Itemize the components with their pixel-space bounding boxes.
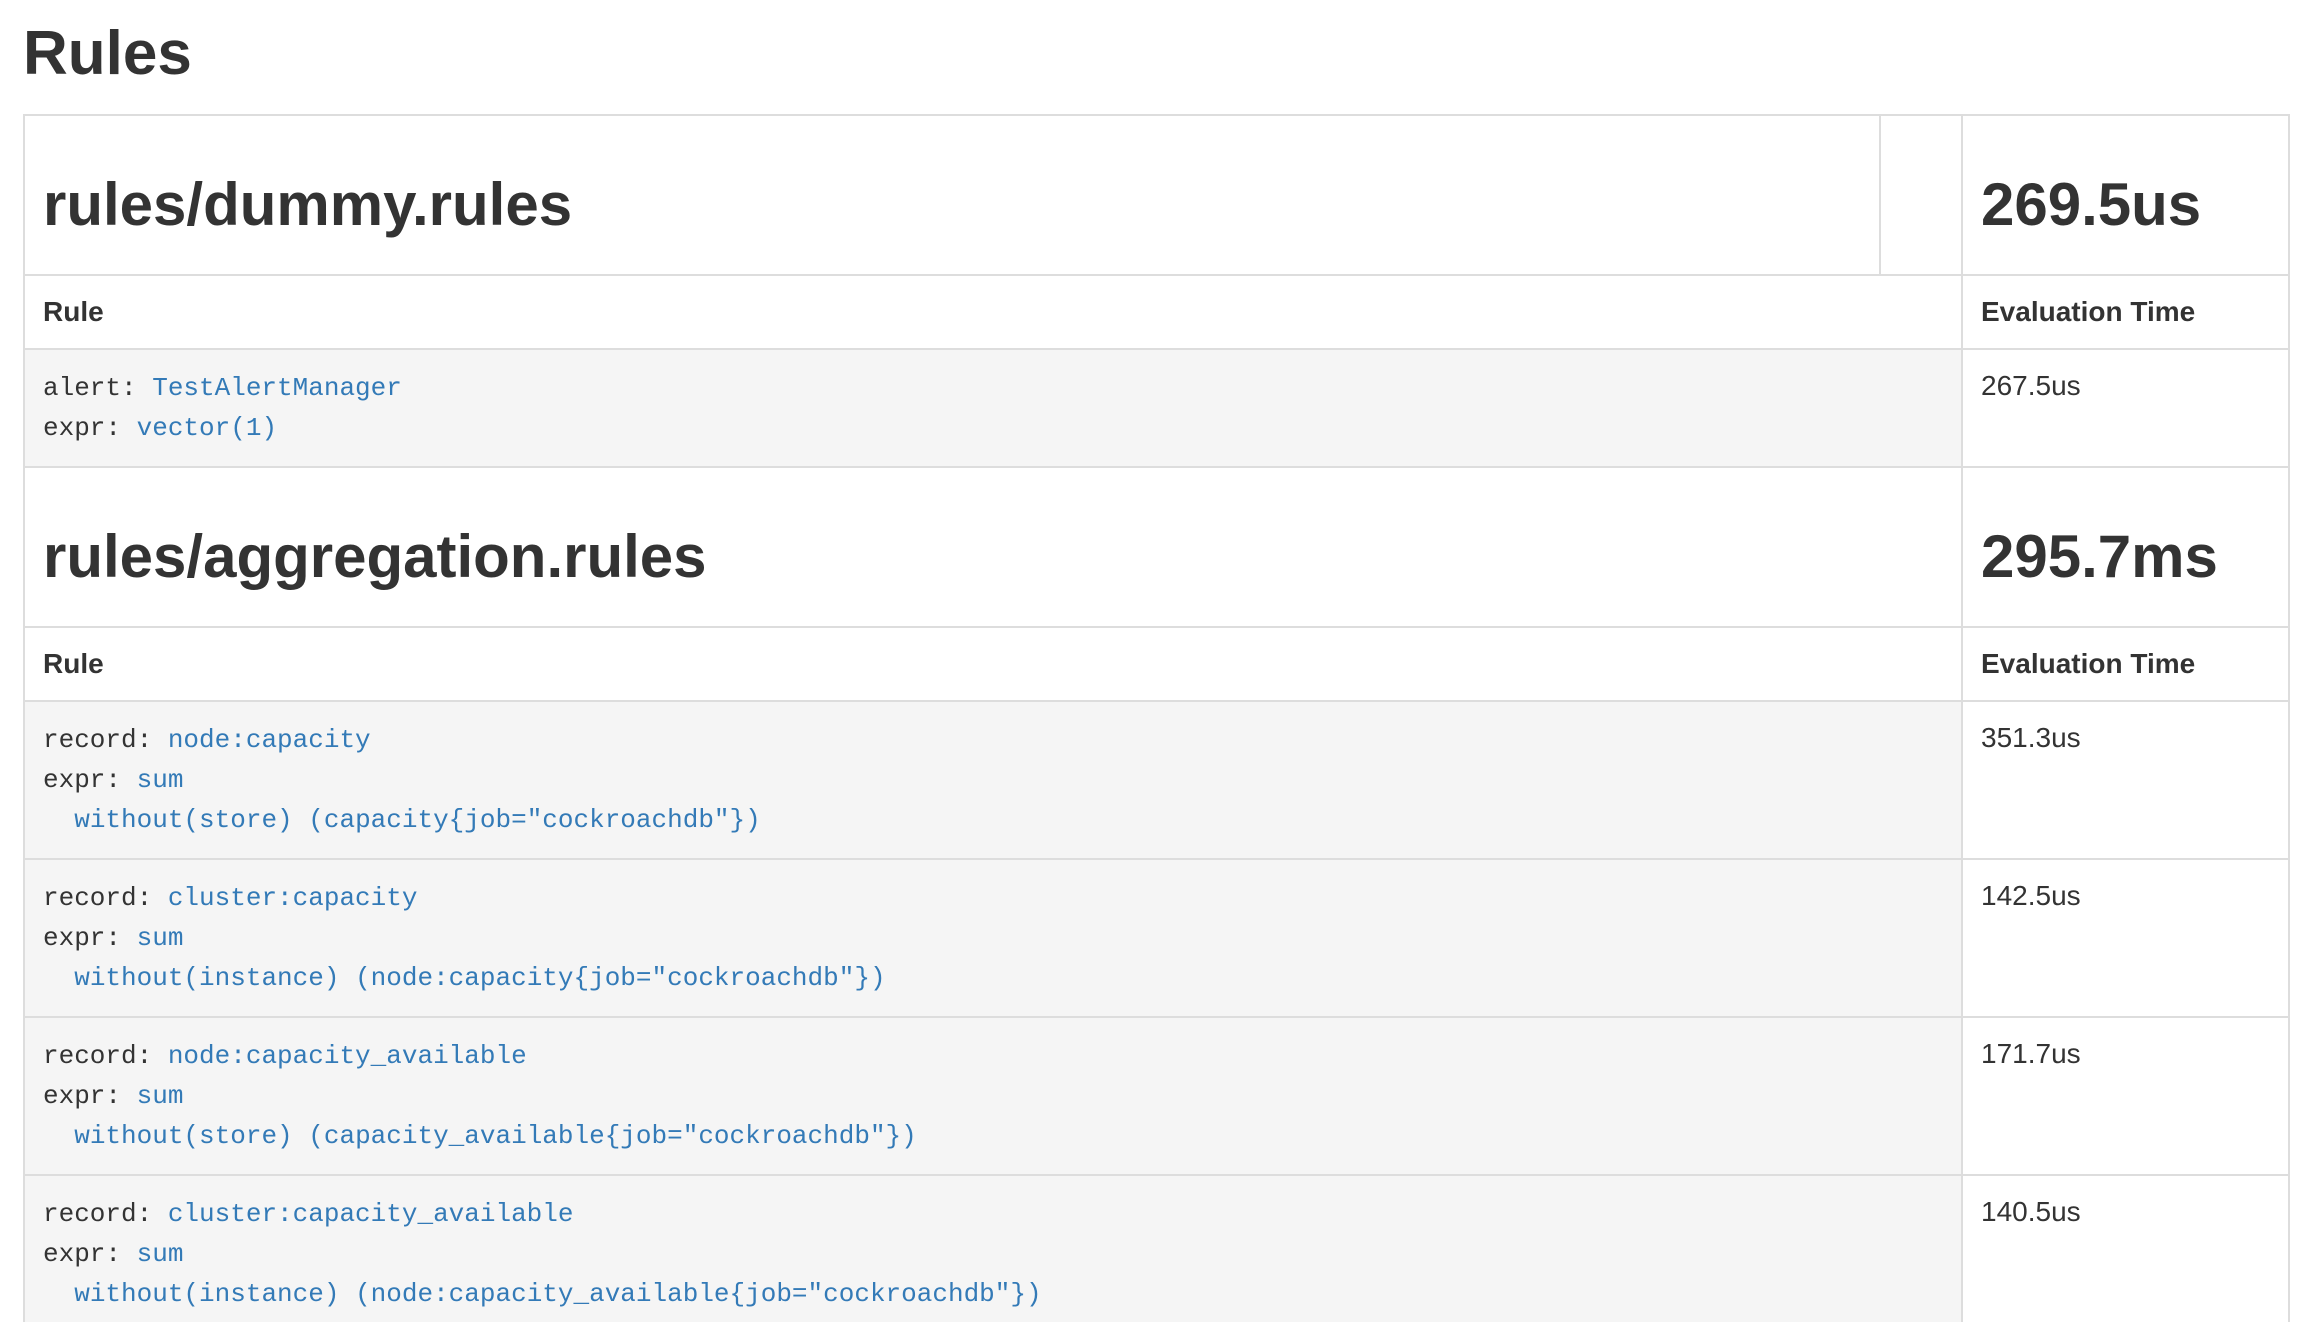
rule-code: record: cluster:capacity_available expr:… [43, 1194, 1943, 1314]
rules-table: rules/dummy.rules 269.5us Rule Evaluatio… [23, 114, 2290, 1322]
rule-code: record: cluster:capacity expr: sum witho… [43, 878, 1943, 998]
rules-page: Rules rules/dummy.rules 269.5us Rule Eva… [0, 20, 2316, 1322]
rule-keyword: expr: [43, 1081, 137, 1111]
rule-group-file: rules/dummy.rules [43, 172, 1861, 238]
rule-group-evaluation-time: 269.5us [1981, 172, 2270, 238]
rule-keyword: expr: [43, 765, 137, 795]
rule-keyword: expr: [43, 413, 137, 443]
rule-group-heading-row: rules/aggregation.rules 295.7ms [24, 467, 2289, 627]
rule-cell: record: cluster:capacity expr: sum witho… [24, 859, 1962, 1017]
rule-link[interactable]: sum without(store) (capacity_available{j… [43, 1081, 917, 1151]
rule-group-evaluation-time: 295.7ms [1981, 524, 2270, 590]
rule-evaluation-time: 267.5us [1962, 349, 2289, 467]
rule-keyword: alert: [43, 373, 152, 403]
rule-cell: record: cluster:capacity_available expr:… [24, 1175, 1962, 1322]
rule-keyword: record: [43, 883, 168, 913]
heading-spacer-cell [1880, 115, 1962, 275]
rule-code: record: node:capacity_available expr: su… [43, 1036, 1943, 1156]
rule-row: record: cluster:capacity expr: sum witho… [24, 859, 2289, 1017]
rule-evaluation-time: 171.7us [1962, 1017, 2289, 1175]
rule-link[interactable]: sum without(instance) (node:capacity{job… [43, 923, 886, 993]
rule-evaluation-time: 142.5us [1962, 859, 2289, 1017]
rule-keyword: record: [43, 1199, 168, 1229]
rule-group-file: rules/aggregation.rules [43, 524, 1943, 590]
rule-link[interactable]: vector(1) [137, 413, 277, 443]
rule-group: rules/dummy.rules 269.5us Rule Evaluatio… [24, 115, 2289, 467]
rule-link[interactable]: sum without(instance) (node:capacity_ava… [43, 1239, 1042, 1309]
column-header-rule: Rule [24, 275, 1962, 349]
column-header-rule: Rule [24, 627, 1962, 701]
rule-row: alert: TestAlertManager expr: vector(1) … [24, 349, 2289, 467]
rule-keyword: expr: [43, 1239, 137, 1269]
rule-evaluation-time: 351.3us [1962, 701, 2289, 859]
rule-cell: alert: TestAlertManager expr: vector(1) [24, 349, 1962, 467]
rule-cell: record: node:capacity expr: sum without(… [24, 701, 1962, 859]
column-header-row: Rule Evaluation Time [24, 627, 2289, 701]
rule-link[interactable]: sum without(store) (capacity{job="cockro… [43, 765, 761, 835]
rule-link[interactable]: TestAlertManager [152, 373, 402, 403]
rule-evaluation-time: 140.5us [1962, 1175, 2289, 1322]
rule-keyword: record: [43, 725, 168, 755]
column-header-row: Rule Evaluation Time [24, 275, 2289, 349]
rule-row: record: node:capacity_available expr: su… [24, 1017, 2289, 1175]
rule-cell: record: node:capacity_available expr: su… [24, 1017, 1962, 1175]
rule-group: rules/aggregation.rules 295.7ms Rule Eva… [24, 467, 2289, 1322]
column-header-evaluation-time: Evaluation Time [1962, 627, 2289, 701]
rule-link[interactable]: node:capacity_available [168, 1041, 527, 1071]
rule-row: record: node:capacity expr: sum without(… [24, 701, 2289, 859]
rule-group-file-cell: rules/aggregation.rules [24, 467, 1962, 627]
rule-link[interactable]: cluster:capacity [168, 883, 418, 913]
rule-group-file-cell: rules/dummy.rules [24, 115, 1880, 275]
rule-keyword: expr: [43, 923, 137, 953]
rule-link[interactable]: node:capacity [168, 725, 371, 755]
rule-link[interactable]: cluster:capacity_available [168, 1199, 574, 1229]
rule-group-time-cell: 295.7ms [1962, 467, 2289, 627]
rule-row: record: cluster:capacity_available expr:… [24, 1175, 2289, 1322]
rule-code: alert: TestAlertManager expr: vector(1) [43, 368, 1943, 448]
page-title: Rules [23, 20, 2290, 88]
column-header-evaluation-time: Evaluation Time [1962, 275, 2289, 349]
rule-code: record: node:capacity expr: sum without(… [43, 720, 1943, 840]
rule-group-time-cell: 269.5us [1962, 115, 2289, 275]
rule-group-heading-row: rules/dummy.rules 269.5us [24, 115, 2289, 275]
rule-keyword: record: [43, 1041, 168, 1071]
